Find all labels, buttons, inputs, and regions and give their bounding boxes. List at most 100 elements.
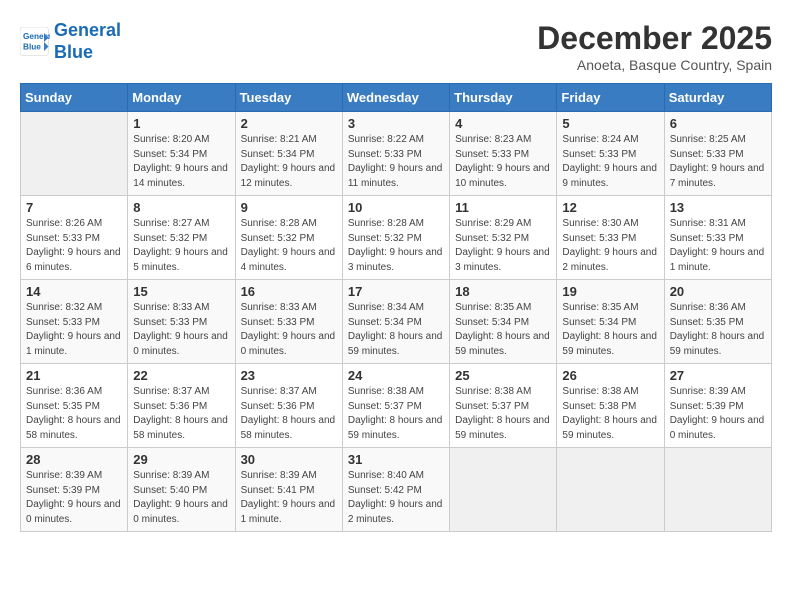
calendar-cell: 12Sunrise: 8:30 AMSunset: 5:33 PMDayligh… [557, 196, 664, 280]
day-info: Sunrise: 8:35 AMSunset: 5:34 PMDaylight:… [455, 301, 551, 359]
daylight-text: Daylight: 9 hours and 0 minutes. [133, 499, 228, 525]
day-info: Sunrise: 8:35 AMSunset: 5:34 PMDaylight:… [562, 301, 658, 359]
daylight-text: Daylight: 8 hours and 58 minutes. [133, 415, 228, 441]
day-info: Sunrise: 8:33 AMSunset: 5:33 PMDaylight:… [241, 301, 337, 359]
day-info: Sunrise: 8:30 AMSunset: 5:33 PMDaylight:… [562, 217, 658, 275]
day-info: Sunrise: 8:28 AMSunset: 5:32 PMDaylight:… [241, 217, 337, 275]
calendar-cell: 17Sunrise: 8:34 AMSunset: 5:34 PMDayligh… [342, 280, 449, 364]
day-number: 2 [241, 116, 337, 131]
sunset-text: Sunset: 5:33 PM [241, 317, 315, 328]
sunset-text: Sunset: 5:33 PM [562, 233, 636, 244]
daylight-text: Daylight: 9 hours and 0 minutes. [26, 499, 121, 525]
sunrise-text: Sunrise: 8:36 AM [670, 302, 746, 313]
day-info: Sunrise: 8:39 AMSunset: 5:39 PMDaylight:… [26, 469, 122, 527]
daylight-text: Daylight: 8 hours and 58 minutes. [241, 415, 336, 441]
calendar-cell: 18 Sunrise: 8:35 AMSunset: 5:34 PMDayligh… [450, 280, 557, 364]
calendar-cell: 11Sunrise: 8:29 AMSunset: 5:32 PMDayligh… [450, 196, 557, 280]
calendar-cell: 30Sunrise: 8:39 AMSunset: 5:41 PMDayligh… [235, 448, 342, 532]
weekday-header: Wednesday [342, 84, 449, 112]
calendar-cell: 9Sunrise: 8:28 AMSunset: 5:32 PMDaylight… [235, 196, 342, 280]
day-info: Sunrise: 8:31 AMSunset: 5:33 PMDaylight:… [670, 217, 766, 275]
day-info: Sunrise: 8:24 AMSunset: 5:33 PMDaylight:… [562, 133, 658, 191]
sunrise-text: Sunrise: 8:34 AM [348, 302, 424, 313]
daylight-text: Daylight: 9 hours and 1 minute. [670, 247, 765, 273]
day-info: Sunrise: 8:29 AMSunset: 5:32 PMDaylight:… [455, 217, 551, 275]
sunrise-text: Sunrise: 8:33 AM [133, 302, 209, 313]
day-info: Sunrise: 8:40 AMSunset: 5:42 PMDaylight:… [348, 469, 444, 527]
sunset-text: Sunset: 5:34 PM [562, 317, 636, 328]
sunrise-text: Sunrise: 8:39 AM [241, 470, 317, 481]
day-number: 23 [241, 368, 337, 383]
calendar-table: SundayMondayTuesdayWednesdayThursdayFrid… [20, 83, 772, 532]
day-info: Sunrise: 8:38 AMSunset: 5:37 PMDaylight:… [348, 385, 444, 443]
month-title: December 2025 [537, 20, 772, 57]
day-number: 13 [670, 200, 766, 215]
day-number: 21 [26, 368, 122, 383]
sunrise-text: Sunrise: 8:23 AM [455, 134, 531, 145]
daylight-text: Daylight: 8 hours and 59 minutes. [562, 415, 657, 441]
sunset-text: Sunset: 5:34 PM [133, 149, 207, 160]
calendar-cell: 25Sunrise: 8:38 AMSunset: 5:37 PMDayligh… [450, 364, 557, 448]
day-info: Sunrise: 8:38 AMSunset: 5:38 PMDaylight:… [562, 385, 658, 443]
header-row: SundayMondayTuesdayWednesdayThursdayFrid… [21, 84, 772, 112]
daylight-text: Daylight: 8 hours and 59 minutes. [455, 415, 550, 441]
day-info: Sunrise: 8:37 AMSunset: 5:36 PMDaylight:… [241, 385, 337, 443]
sunrise-text: Sunrise: 8:24 AM [562, 134, 638, 145]
sunset-text: Sunset: 5:33 PM [133, 317, 207, 328]
daylight-text: Daylight: 9 hours and 4 minutes. [241, 247, 336, 273]
calendar-week-row: 7 Sunrise: 8:26 AM Sunset: 5:33 PM Daylight… [21, 196, 772, 280]
calendar-cell: 22Sunrise: 8:37 AMSunset: 5:36 PMDayligh… [128, 364, 235, 448]
calendar-cell: 2 Sunrise: 8:21 AMSunset: 5:34 PMDaylight… [235, 112, 342, 196]
day-info: Sunrise: 8:38 AMSunset: 5:37 PMDaylight:… [455, 385, 551, 443]
day-info: Sunrise: 8:21 AMSunset: 5:34 PMDaylight:… [241, 133, 337, 191]
sunset-text: Sunset: 5:38 PM [562, 401, 636, 412]
sunrise-text: Sunrise: 8:30 AM [562, 218, 638, 229]
day-info: Sunrise: 8:25 AMSunset: 5:33 PMDaylight:… [670, 133, 766, 191]
sunset-text: Sunset: 5:33 PM [348, 149, 422, 160]
calendar-header: SundayMondayTuesdayWednesdayThursdayFrid… [21, 84, 772, 112]
day-info: Sunrise: 8:39 AMSunset: 5:41 PMDaylight:… [241, 469, 337, 527]
day-number: 7 [26, 200, 122, 215]
daylight-text: Daylight: 9 hours and 11 minutes. [348, 163, 443, 189]
calendar-cell: 29Sunrise: 8:39 AMSunset: 5:40 PMDayligh… [128, 448, 235, 532]
sunrise-text: Sunrise: 8:33 AM [241, 302, 317, 313]
calendar-cell: 8Sunrise: 8:27 AMSunset: 5:32 PMDaylight… [128, 196, 235, 280]
day-info: Sunrise: 8:26 AMSunset: 5:33 PMDaylight:… [26, 217, 122, 275]
sunrise-text: Sunrise: 8:35 AM [455, 302, 531, 313]
calendar-cell: 3 Sunrise: 8:22 AM Sunset: 5:33 PM Daylight… [342, 112, 449, 196]
day-number: 3 [348, 116, 444, 131]
sunrise-text: Sunrise: 8:28 AM [348, 218, 424, 229]
calendar-week-row: 21Sunrise: 8:36 AMSunset: 5:35 PMDayligh… [21, 364, 772, 448]
page-header: General Blue General Blue December 2025 … [20, 20, 772, 73]
calendar-cell: 31 Sunrise: 8:40 AMSunset: 5:42 PMDayligh… [342, 448, 449, 532]
calendar-cell: 1Sunrise: 8:20 AMSunset: 5:34 PMDaylight… [128, 112, 235, 196]
sunrise-text: Sunrise: 8:27 AM [133, 218, 209, 229]
day-info: Sunrise: 8:22 AM Sunset: 5:33 PM Daylight:… [348, 133, 444, 191]
daylight-text: Daylight: 9 hours and 9 minutes. [562, 163, 657, 189]
logo-icon: General Blue [20, 27, 50, 57]
sunrise-text: Sunrise: 8:22 AM [348, 134, 424, 145]
calendar-cell: 7Sunrise: 8:26 AMSunset: 5:33 PMDaylight… [21, 196, 128, 280]
calendar-cell [21, 112, 128, 196]
svg-text:Blue: Blue [23, 42, 41, 51]
daylight-text: Daylight: 8 hours and 59 minutes. [348, 331, 443, 357]
sunset-text: Sunset: 5:39 PM [670, 401, 744, 412]
sunrise-text: Sunrise: 8:32 AM [26, 302, 102, 313]
day-number: 31 [348, 452, 444, 467]
sunrise-text: Sunrise: 8:37 AM [133, 386, 209, 397]
sunset-text: Sunset: 5:37 PM [455, 401, 529, 412]
day-number: 18 [455, 284, 551, 299]
calendar-cell [450, 448, 557, 532]
day-number: 1 [133, 116, 229, 131]
sunset-text: Sunset: 5:33 PM [26, 233, 100, 244]
sunrise-text: Sunrise: 8:26 AM [26, 218, 102, 229]
title-block: December 2025 Anoeta, Basque Country, Sp… [537, 20, 772, 73]
day-info: Sunrise: 8:39 AMSunset: 5:39 PMDaylight:… [670, 385, 766, 443]
weekday-header: Saturday [664, 84, 771, 112]
calendar-cell: 6Sunrise: 8:25 AMSunset: 5:33 PMDaylight… [664, 112, 771, 196]
day-info: Sunrise: 8:37 AMSunset: 5:36 PMDaylight:… [133, 385, 229, 443]
sunrise-text: Sunrise: 8:39 AM [670, 386, 746, 397]
sunset-text: Sunset: 5:35 PM [670, 317, 744, 328]
calendar-cell: 14Sunrise: 8:32 AMSunset: 5:33 PMDayligh… [21, 280, 128, 364]
day-info: Sunrise: 8:28 AMSunset: 5:32 PMDaylight:… [348, 217, 444, 275]
